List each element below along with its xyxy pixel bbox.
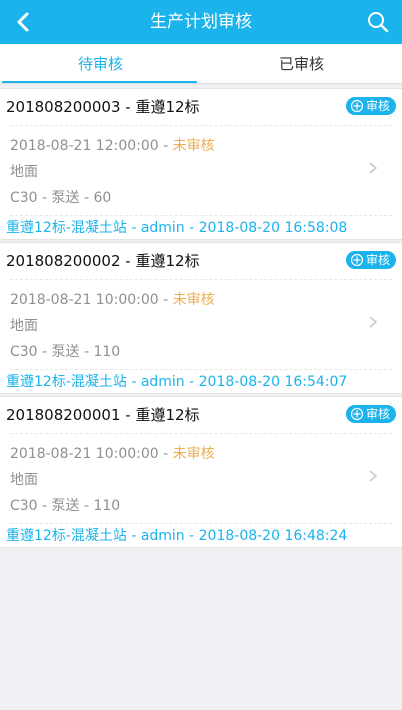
plan-card[interactable]: 201808200001 - 重遵12标 审核 2018-08-21 10:00…: [0, 396, 402, 548]
chevron-right-icon[interactable]: [368, 315, 378, 329]
plan-title: 201808200001 - 重遵12标: [6, 406, 200, 424]
app-header: 生产计划审核: [0, 0, 402, 44]
review-button[interactable]: 审核: [345, 405, 396, 423]
plan-location: 地面: [10, 472, 38, 488]
plus-circle-icon: [350, 99, 364, 113]
chevron-right-icon[interactable]: [368, 161, 378, 175]
plan-time: 2018-08-21 10:00:00 -: [10, 446, 173, 462]
plan-footer: 重遵12标-混凝土站 - admin - 2018-08-20 16:58:08: [6, 220, 348, 236]
plus-circle-icon: [350, 407, 364, 421]
active-tab-indicator: [2, 81, 197, 83]
plan-time-row: 2018-08-21 12:00:00 - 未审核: [10, 133, 402, 159]
review-button-label: 审核: [365, 253, 390, 267]
divider: [10, 523, 392, 524]
plan-title: 201808200003 - 重遵12标: [6, 98, 200, 116]
plan-location: 地面: [10, 318, 38, 334]
tab-pending[interactable]: 待审核: [0, 44, 201, 84]
plan-spec: C30 - 泵送 - 110: [10, 344, 121, 360]
divider: [10, 433, 392, 434]
plan-spec: C30 - 泵送 - 110: [10, 498, 121, 514]
plan-time: 2018-08-21 10:00:00 -: [10, 292, 173, 308]
plan-card[interactable]: 201808200002 - 重遵12标 审核 2018-08-21 10:00…: [0, 242, 402, 394]
divider: [10, 369, 392, 370]
plan-footer: 重遵12标-混凝土站 - admin - 2018-08-20 16:54:07: [6, 374, 348, 390]
plan-footer: 重遵12标-混凝土站 - admin - 2018-08-20 16:48:24: [6, 528, 348, 544]
status-badge: 未审核: [172, 446, 215, 462]
status-badge: 未审核: [172, 292, 215, 308]
plan-spec: C30 - 泵送 - 60: [10, 190, 112, 206]
review-button[interactable]: 审核: [345, 97, 396, 115]
plus-circle-icon: [350, 253, 364, 267]
divider: [10, 125, 392, 126]
plan-time-row: 2018-08-21 10:00:00 - 未审核: [10, 287, 402, 313]
plan-time: 2018-08-21 12:00:00 -: [10, 138, 173, 154]
page-title: 生产计划审核: [150, 12, 252, 32]
review-button[interactable]: 审核: [345, 251, 396, 269]
plan-list: 201808200003 - 重遵12标 审核 2018-08-21 12:00…: [0, 88, 402, 550]
review-button-label: 审核: [365, 99, 390, 113]
status-badge: 未审核: [172, 138, 215, 154]
plan-time-row: 2018-08-21 10:00:00 - 未审核: [10, 441, 402, 467]
chevron-right-icon[interactable]: [368, 469, 378, 483]
plan-title: 201808200002 - 重遵12标: [6, 252, 200, 270]
review-button-label: 审核: [365, 407, 390, 421]
plan-location: 地面: [10, 164, 38, 180]
divider: [10, 215, 392, 216]
divider: [10, 279, 392, 280]
search-icon[interactable]: [366, 10, 390, 34]
tab-reviewed[interactable]: 已审核: [201, 44, 402, 84]
tab-bar: 待审核 已审核: [0, 44, 402, 84]
plan-card[interactable]: 201808200003 - 重遵12标 审核 2018-08-21 12:00…: [0, 88, 402, 240]
